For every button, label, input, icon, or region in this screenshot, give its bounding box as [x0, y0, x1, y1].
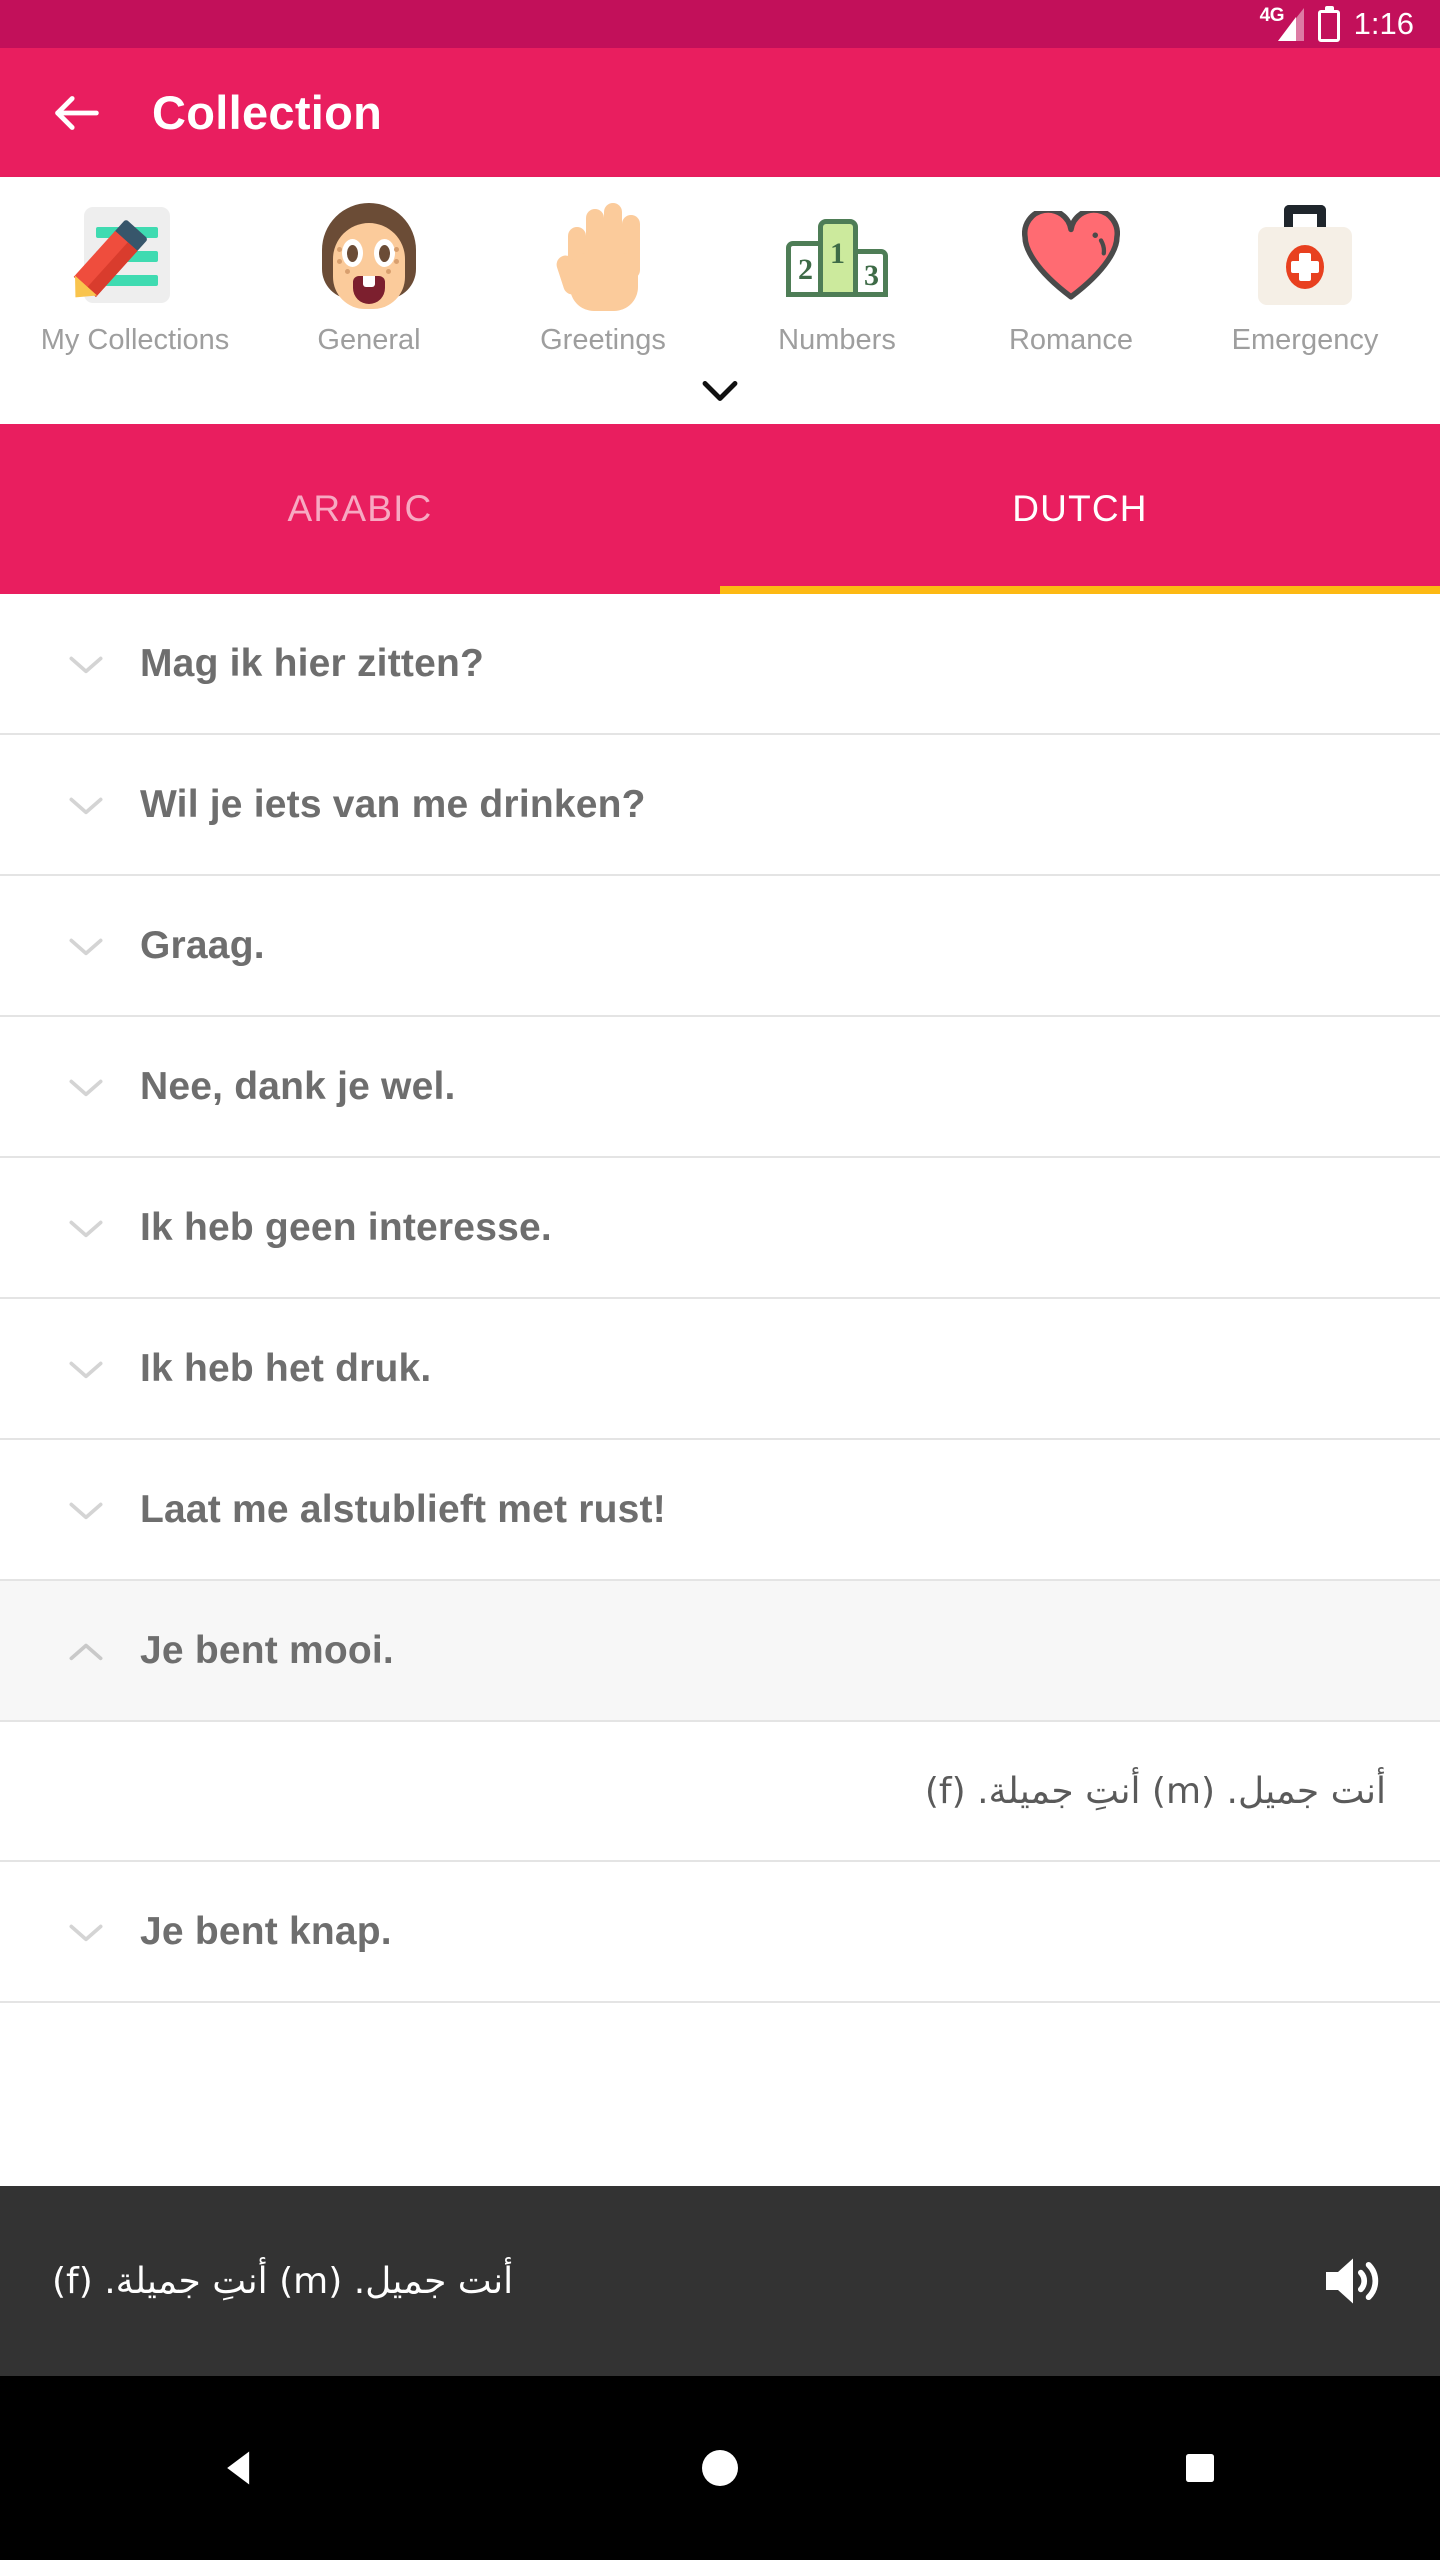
- tab-dutch[interactable]: DUTCH: [720, 424, 1440, 594]
- phrase-text: Nee, dank je wel.: [140, 1064, 456, 1108]
- face-icon: [310, 199, 428, 311]
- signal-bars-icon: 4G: [1260, 6, 1304, 42]
- chevron-down-icon[interactable]: [58, 1059, 114, 1115]
- chevron-up-icon[interactable]: [58, 1623, 114, 1679]
- phrase-text: Ik heb het druk.: [140, 1346, 432, 1390]
- category-label: Greetings: [540, 324, 666, 356]
- phrase-text: Laat me alstublieft met rust!: [140, 1487, 666, 1531]
- chevron-down-icon[interactable]: [58, 1200, 114, 1256]
- phrase-row[interactable]: Ik heb geen interesse.: [0, 1158, 1440, 1299]
- page-title: Collection: [152, 86, 383, 139]
- category-panel: My Collections General Greetings 2 1 3 N…: [0, 177, 1440, 424]
- chevron-down-icon[interactable]: [0, 358, 1440, 424]
- phrase-row[interactable]: Laat me alstublieft met rust!: [0, 1440, 1440, 1581]
- chevron-down-icon[interactable]: [58, 636, 114, 692]
- translation-text: أنت جميل. (m) أنتِ جميلة. (f): [924, 1770, 1386, 1812]
- volume-speaker-icon[interactable]: [1312, 2243, 1388, 2319]
- category-label: General: [317, 324, 421, 356]
- phrase-text: Je bent mooi.: [140, 1628, 394, 1672]
- circle-home-icon[interactable]: [480, 2444, 960, 2492]
- chevron-down-icon[interactable]: [58, 777, 114, 833]
- category-item-emergency[interactable]: Emergency: [1188, 199, 1422, 358]
- language-tab-bar: ARABIC DUTCH: [0, 424, 1440, 594]
- category-item-romance[interactable]: Romance: [954, 199, 1188, 358]
- phrase-row[interactable]: Wil je iets van me drinken?: [0, 735, 1440, 876]
- status-bar: 4G 1:16: [0, 0, 1440, 48]
- phrase-text: Graag.: [140, 923, 265, 967]
- phrase-list: Mag ik hier zitten? Wil je iets van me d…: [0, 594, 1440, 2003]
- phrase-row[interactable]: Graag.: [0, 876, 1440, 1017]
- tab-indicator: [720, 586, 1440, 594]
- battery-charging-icon: [1317, 6, 1340, 42]
- signal-triangle: [1274, 8, 1304, 41]
- category-item-greetings[interactable]: Greetings: [486, 199, 720, 358]
- notepad-pencil-icon: [76, 199, 194, 311]
- podium-icon: 2 1 3: [778, 199, 896, 311]
- first-aid-kit-icon: [1246, 199, 1364, 311]
- chevron-down-icon[interactable]: [58, 1904, 114, 1960]
- category-item-general[interactable]: General: [252, 199, 486, 358]
- phrase-text: Mag ik hier zitten?: [140, 641, 485, 685]
- android-nav-bar: [0, 2376, 1440, 2560]
- category-item-my-collections[interactable]: My Collections: [18, 199, 252, 358]
- chevron-down-icon[interactable]: [58, 1341, 114, 1397]
- tab-arabic[interactable]: ARABIC: [0, 424, 720, 594]
- phrase-text: Ik heb geen interesse.: [140, 1205, 552, 1249]
- square-recents-icon[interactable]: [960, 2447, 1440, 2489]
- phrase-text: Je bent knap.: [140, 1909, 392, 1953]
- arrow-left-icon[interactable]: [48, 84, 106, 142]
- raised-hand-icon: [544, 199, 662, 311]
- category-label: My Collections: [40, 324, 230, 356]
- chevron-down-icon[interactable]: [58, 918, 114, 974]
- category-label: Numbers: [778, 324, 896, 356]
- phrase-row[interactable]: Nee, dank je wel.: [0, 1017, 1440, 1158]
- phrase-row-expanded[interactable]: Je bent mooi.: [0, 1581, 1440, 1722]
- player-phrase-text: أنت جميل. (m) أنتِ جميلة. (f): [52, 2260, 514, 2302]
- category-item-numbers[interactable]: 2 1 3 Numbers: [720, 199, 954, 358]
- chevron-down-icon[interactable]: [58, 1482, 114, 1538]
- category-row: My Collections General Greetings 2 1 3 N…: [0, 199, 1440, 358]
- app-bar: Collection: [0, 48, 1440, 177]
- triangle-back-icon[interactable]: [0, 2445, 480, 2491]
- phrase-row[interactable]: Ik heb het druk.: [0, 1299, 1440, 1440]
- status-bar-clock: 1:16: [1353, 6, 1414, 41]
- audio-player-bar: أنت جميل. (m) أنتِ جميلة. (f): [0, 2186, 1440, 2376]
- translation-row: أنت جميل. (m) أنتِ جميلة. (f): [0, 1722, 1440, 1862]
- heart-icon: [1012, 199, 1130, 311]
- phrase-row[interactable]: Mag ik hier zitten?: [0, 594, 1440, 735]
- category-label: Emergency: [1231, 324, 1379, 356]
- phrase-text: Wil je iets van me drinken?: [140, 782, 646, 826]
- phrase-row[interactable]: Je bent knap.: [0, 1862, 1440, 2003]
- category-label: Romance: [1008, 324, 1134, 356]
